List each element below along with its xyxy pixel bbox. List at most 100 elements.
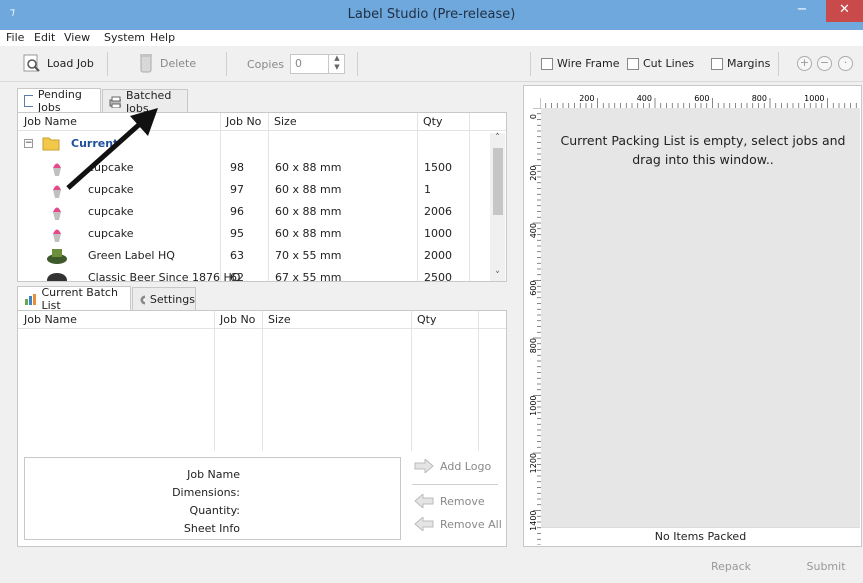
ruler-label: 400	[637, 94, 652, 103]
job-size: 60 x 88 mm	[275, 183, 342, 196]
close-button[interactable]: ✕	[826, 0, 863, 22]
ruler-label: 600	[694, 94, 709, 103]
toolbar-separator	[107, 52, 108, 76]
label-thumbnail-icon	[47, 249, 67, 264]
ruler-label: 800	[529, 338, 538, 353]
job-no: 63	[230, 249, 244, 262]
empty-packing-message: Current Packing List is empty, select jo…	[560, 133, 846, 167]
column-header-job-no[interactable]: Job No	[220, 311, 255, 328]
ruler-label: 600	[529, 281, 538, 296]
tab-current-batch-list[interactable]: Current Batch List	[17, 286, 131, 312]
remove-button[interactable]: Remove	[414, 494, 485, 508]
title-bar: ⁊ Label Studio (Pre-release) − ✕	[0, 0, 863, 30]
column-header-job-no[interactable]: Job No	[226, 113, 261, 130]
toolbar-separator	[778, 52, 779, 76]
margins-checkbox[interactable]: Margins	[711, 57, 770, 70]
ruler-label: 1000	[804, 94, 824, 103]
minimize-button[interactable]: −	[789, 0, 815, 22]
info-job-name: Job Name	[187, 468, 240, 481]
column-divider	[411, 311, 412, 451]
job-no: 96	[230, 205, 244, 218]
ruler-horizontal: 200 400 600 800 1000	[540, 94, 857, 108]
zoom-fit-icon[interactable]: ·	[838, 56, 853, 71]
toolbar-separator	[226, 52, 227, 76]
delete-label: Delete	[160, 56, 197, 70]
job-qty: 1500	[424, 161, 452, 174]
ruler-label: 0	[529, 114, 538, 119]
table-row[interactable]: cupcake 96 60 x 88 mm 2006	[18, 201, 488, 223]
remove-all-button[interactable]: Remove All	[414, 517, 502, 531]
info-sheet-info: Sheet Info	[183, 522, 240, 535]
ruler-label: 1400	[529, 511, 538, 531]
remove-all-label: Remove All	[440, 517, 502, 531]
job-qty: 1	[424, 183, 431, 196]
label-thumbnail-icon	[47, 273, 67, 281]
status-bar: No Items Packed	[541, 527, 860, 545]
ruler-label: 800	[752, 94, 767, 103]
zoom-in-icon[interactable]: +	[797, 56, 812, 71]
job-name: Green Label HQ	[88, 249, 175, 262]
column-header-qty[interactable]: Qty	[423, 113, 442, 130]
ruler-label: 1000	[529, 396, 538, 416]
annotation-arrow	[66, 108, 158, 190]
arrow-right-icon	[414, 459, 434, 473]
scroll-up-icon[interactable]: ˄	[490, 133, 505, 143]
load-job-button[interactable]: Load Job	[22, 52, 94, 74]
toolbar-separator	[530, 52, 531, 76]
collapse-icon[interactable]: −	[24, 139, 33, 148]
job-name: cupcake	[88, 227, 134, 240]
cupcake-icon	[53, 207, 61, 220]
jobs-scrollbar[interactable]: ˄ ˅	[490, 133, 505, 281]
column-header-size[interactable]: Size	[268, 311, 291, 328]
zoom-out-icon[interactable]: −	[817, 56, 832, 71]
job-size: 60 x 88 mm	[275, 161, 342, 174]
load-job-label: Load Job	[47, 56, 94, 70]
job-no: 95	[230, 227, 244, 240]
wire-frame-label: Wire Frame	[557, 57, 620, 70]
tab-settings[interactable]: Settings	[132, 287, 196, 311]
repack-button[interactable]: Repack	[696, 557, 766, 577]
ruler-label: 200	[579, 94, 594, 103]
scroll-down-icon[interactable]: ˅	[490, 271, 505, 281]
wire-frame-checkbox[interactable]: Wire Frame	[541, 57, 620, 70]
menu-edit[interactable]: Edit	[34, 31, 55, 44]
menu-system[interactable]: System	[104, 31, 145, 44]
menu-help[interactable]: Help	[150, 31, 175, 44]
table-row[interactable]: Green Label HQ 63 70 x 55 mm 2000	[18, 245, 488, 267]
job-size: 60 x 88 mm	[275, 205, 342, 218]
trash-icon	[140, 54, 152, 73]
checkbox-box	[711, 57, 723, 70]
job-size: 70 x 55 mm	[275, 249, 342, 262]
submit-button[interactable]: Submit	[793, 557, 859, 577]
search-icon	[23, 54, 40, 72]
column-divider	[478, 311, 479, 451]
menu-view[interactable]: View	[64, 31, 90, 44]
column-header-qty[interactable]: Qty	[417, 311, 436, 328]
delete-button[interactable]: Delete	[137, 52, 196, 74]
job-size: 60 x 88 mm	[275, 227, 342, 240]
add-logo-label: Add Logo	[440, 459, 492, 473]
scroll-thumb[interactable]	[493, 148, 503, 215]
tab-batch-label: Current Batch List	[41, 286, 118, 312]
ruler-label: 400	[529, 223, 538, 238]
copies-spinner[interactable]: ▲ ▼	[328, 54, 345, 74]
remove-label: Remove	[440, 494, 485, 508]
table-row[interactable]: Classic Beer Since 1876 HQ 62 67 x 55 mm…	[18, 267, 488, 282]
add-logo-button[interactable]: Add Logo	[414, 459, 491, 473]
job-size: 67 x 55 mm	[275, 271, 342, 282]
job-info-box: Job Name Dimensions: Quantity: Sheet Inf…	[24, 457, 401, 540]
copies-label: Copies	[247, 58, 284, 71]
job-qty: 2006	[424, 205, 452, 218]
cut-lines-checkbox[interactable]: Cut Lines	[627, 57, 694, 70]
menu-file[interactable]: File	[6, 31, 24, 44]
table-row[interactable]: cupcake 95 60 x 88 mm 1000	[18, 223, 488, 245]
toolbar-separator	[357, 52, 358, 76]
chart-icon	[25, 294, 36, 305]
job-qty: 2000	[424, 249, 452, 262]
column-header-job-name[interactable]: Job Name	[24, 311, 77, 328]
job-qty: 2500	[424, 271, 452, 282]
packing-canvas[interactable]	[541, 108, 860, 527]
gear-icon	[140, 295, 145, 304]
job-no: 98	[230, 161, 244, 174]
column-header-size[interactable]: Size	[274, 113, 297, 130]
